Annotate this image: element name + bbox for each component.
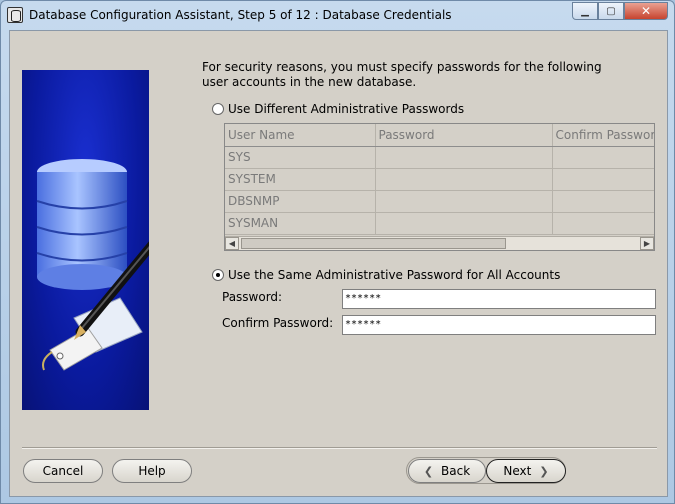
next-button[interactable]: Next ❯ (486, 459, 566, 483)
column-header-user-name: User Name (225, 124, 376, 147)
caption-buttons: ▁ ▢ ✕ (572, 2, 668, 20)
password-cell[interactable] (375, 190, 553, 213)
credentials-table: User Name Password Confirm Password SYS … (225, 124, 654, 235)
confirm-password-cell[interactable] (552, 212, 654, 235)
user-name-cell: SYSMAN (225, 212, 376, 235)
password-label: Password: (222, 290, 283, 304)
maximize-button[interactable]: ▢ (598, 2, 624, 20)
scrollbar-thumb[interactable] (241, 238, 506, 249)
button-separator (22, 447, 657, 449)
window-title: Database Configuration Assistant, Step 5… (29, 8, 452, 22)
minimize-icon: ▁ (581, 5, 589, 17)
close-button[interactable]: ✕ (624, 2, 668, 20)
password-input[interactable]: ****** (342, 289, 656, 309)
back-button[interactable]: ❮ Back (408, 459, 486, 483)
database-app-icon[interactable] (7, 7, 23, 23)
dialog-content: For security reasons, you must specify p… (9, 30, 668, 497)
maximize-icon: ▢ (606, 5, 616, 17)
table-header-row: User Name Password Confirm Password (225, 124, 654, 147)
confirm-password-cell[interactable] (552, 146, 654, 169)
same-password-radio[interactable] (212, 269, 224, 281)
title-bar[interactable]: Database Configuration Assistant, Step 5… (1, 1, 674, 30)
chevron-right-icon: ❯ (539, 464, 549, 478)
password-cell[interactable] (375, 168, 553, 191)
confirm-password-cell[interactable] (552, 168, 654, 191)
confirm-password-label: Confirm Password: (222, 316, 334, 330)
column-header-password: Password (375, 124, 553, 147)
table-row: DBSNMP (225, 190, 654, 213)
scroll-right-icon: ▶ (643, 239, 651, 248)
same-password-label: Use the Same Administrative Password for… (228, 268, 561, 282)
help-button-label: Help (138, 464, 166, 478)
user-name-cell: SYS (225, 146, 376, 169)
database-pen-illustration (36, 159, 179, 371)
different-passwords-label: Use Different Administrative Passwords (228, 102, 465, 116)
table-row: SYSTEM (225, 168, 654, 191)
close-icon: ✕ (640, 4, 652, 18)
horizontal-scrollbar[interactable]: ◀ ▶ (225, 236, 654, 250)
cancel-button-label: Cancel (42, 464, 84, 478)
database-illustration (22, 70, 179, 410)
same-password-option[interactable]: Use the Same Administrative Password for… (212, 268, 560, 282)
dialog-window: Database Configuration Assistant, Step 5… (0, 0, 675, 504)
minimize-button[interactable]: ▁ (572, 2, 598, 20)
different-passwords-radio[interactable] (212, 103, 224, 115)
chevron-left-icon: ❮ (423, 464, 434, 478)
column-header-confirm-password: Confirm Password (552, 124, 654, 147)
table-row: SYS (225, 146, 654, 169)
scroll-left-button[interactable]: ◀ (225, 237, 239, 250)
password-cell[interactable] (375, 212, 553, 235)
user-name-cell: DBSNMP (225, 190, 376, 213)
scroll-right-button[interactable]: ▶ (640, 237, 654, 250)
password-cell[interactable] (375, 146, 553, 169)
table-row: SYSMAN (225, 212, 654, 235)
different-passwords-option[interactable]: Use Different Administrative Passwords (212, 102, 464, 116)
next-button-label: Next (503, 464, 532, 478)
confirm-password-input[interactable]: ****** (342, 315, 656, 335)
intro-text: For security reasons, you must specify p… (202, 60, 602, 89)
help-button[interactable]: Help (112, 459, 192, 483)
confirm-password-cell[interactable] (552, 190, 654, 213)
user-password-grid: User Name Password Confirm Password SYS … (224, 123, 655, 251)
back-button-label: Back (441, 464, 471, 478)
scroll-left-icon: ◀ (228, 239, 236, 248)
cancel-button[interactable]: Cancel (23, 459, 103, 483)
user-name-cell: SYSTEM (225, 168, 376, 191)
